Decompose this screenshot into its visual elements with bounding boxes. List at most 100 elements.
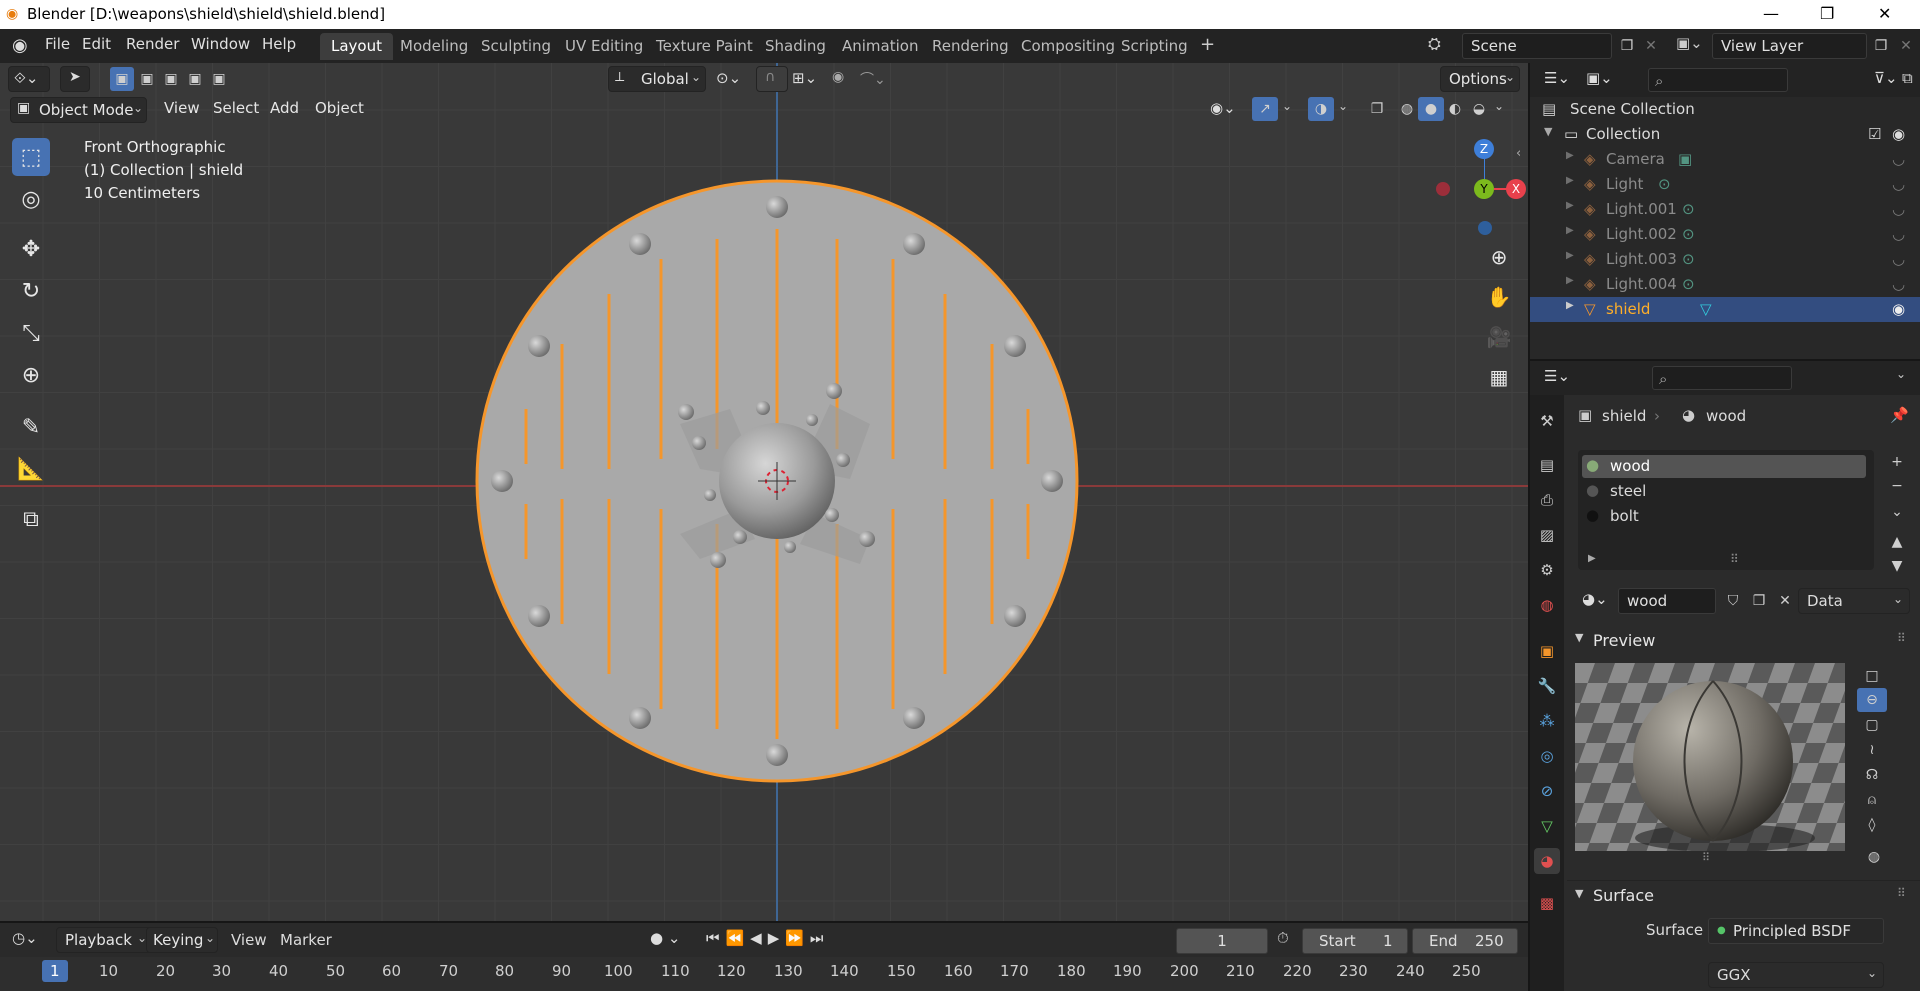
minimize-icon[interactable]: — bbox=[1763, 4, 1779, 23]
physics-tab-icon[interactable]: ◎ bbox=[1534, 743, 1560, 769]
drag-handle-icon[interactable]: ⠿ bbox=[1897, 631, 1906, 645]
delete-scene-icon[interactable]: ✕ bbox=[1638, 34, 1664, 58]
select-invert-icon[interactable]: ▣ bbox=[183, 67, 207, 91]
material-browse-icon[interactable]: ◕⌄ bbox=[1582, 590, 1608, 608]
view-layer-icon[interactable]: ▣⌄ bbox=[1676, 34, 1703, 52]
expand-arrow-icon[interactable]: ▶ bbox=[1566, 175, 1574, 186]
tab-texture-paint[interactable]: Texture Paint bbox=[645, 33, 764, 60]
outliner-row-collection[interactable]: ▼ ▭ Collection ☑ ◉ bbox=[1530, 122, 1920, 147]
move-slot-down-icon[interactable]: ▼ bbox=[1884, 554, 1910, 578]
chevron-down-icon[interactable]: ⌄ bbox=[1494, 99, 1504, 113]
outliner-row-light-002[interactable]: ▶ ◈ Light.002 ⊙ ◡ bbox=[1530, 222, 1920, 247]
menu-render[interactable]: Render bbox=[126, 35, 179, 53]
gizmo-neg-z-axis[interactable] bbox=[1478, 221, 1492, 235]
material-slot-steel[interactable]: ● steel bbox=[1582, 480, 1866, 503]
gizmo-z-axis[interactable]: Z bbox=[1474, 139, 1494, 159]
3d-viewport[interactable] bbox=[0, 63, 1528, 922]
add-slot-icon[interactable]: + bbox=[1884, 450, 1910, 474]
area-divider[interactable] bbox=[0, 921, 1528, 923]
preview-cube-icon[interactable]: ▢ bbox=[1857, 713, 1887, 737]
material-slot-bolt[interactable]: ● bolt bbox=[1582, 505, 1866, 528]
perspective-toggle-button[interactable]: ▦ bbox=[1482, 360, 1516, 394]
properties-editor-icon[interactable]: ☰⌄ bbox=[1544, 367, 1570, 385]
scale-tool[interactable]: ⤡ bbox=[12, 314, 50, 352]
delete-view-layer-icon[interactable]: ✕ bbox=[1893, 34, 1919, 58]
area-divider[interactable] bbox=[1528, 63, 1530, 991]
object-mode-dropdown[interactable]: ▣ Object Mode ⌄ bbox=[10, 97, 147, 123]
preview-fluid-icon[interactable]: ◊ bbox=[1857, 813, 1887, 837]
cursor-tool[interactable]: ◎ bbox=[12, 180, 50, 218]
expand-arrow-icon[interactable]: ▶ bbox=[1566, 225, 1574, 236]
pan-button[interactable]: ✋ bbox=[1482, 280, 1516, 314]
select-box-tool[interactable]: ⬚ bbox=[12, 138, 50, 176]
properties-search-input[interactable]: ⌕ bbox=[1652, 366, 1792, 390]
render-tab-icon[interactable]: ▤ bbox=[1534, 452, 1560, 478]
link-dropdown[interactable]: Data ⌄ bbox=[1798, 588, 1910, 614]
hidden-eye-icon[interactable]: ◡ bbox=[1892, 225, 1905, 243]
tab-animation[interactable]: Animation bbox=[831, 33, 929, 60]
wireframe-shading-icon[interactable]: ◍ bbox=[1394, 97, 1420, 121]
pivot-point-icon[interactable]: ⊙⌄ bbox=[716, 69, 741, 87]
outliner-search-input[interactable]: ⌕ bbox=[1648, 68, 1788, 92]
eye-icon[interactable]: ◉ bbox=[1892, 300, 1905, 318]
preview-monkey-icon[interactable]: ☊ bbox=[1857, 763, 1887, 787]
modifier-tab-icon[interactable]: 🔧 bbox=[1534, 673, 1560, 699]
particles-tab-icon[interactable]: ⁂ bbox=[1534, 708, 1560, 734]
start-frame-field[interactable]: Start 1 bbox=[1302, 928, 1408, 954]
expand-arrow-icon[interactable]: ▶ bbox=[1566, 300, 1574, 311]
viewport-menu-select[interactable]: Select bbox=[213, 99, 259, 117]
tab-modeling[interactable]: Modeling bbox=[389, 33, 479, 60]
transform-orientation-dropdown[interactable]: ⟂ Global ⌄ bbox=[608, 66, 706, 92]
chevron-down-icon[interactable]: ⌄ bbox=[1282, 99, 1292, 113]
proportional-edit-icon[interactable]: ◉ bbox=[832, 69, 844, 85]
menu-file[interactable]: File bbox=[45, 35, 70, 53]
output-tab-icon[interactable]: ⎙ bbox=[1534, 487, 1560, 513]
chevron-down-icon[interactable]: ⌄ bbox=[1338, 99, 1348, 113]
expand-arrow-icon[interactable]: ▶ bbox=[1566, 250, 1574, 261]
expand-arrow-icon[interactable]: ▼ bbox=[1544, 125, 1552, 138]
outliner-editor-icon[interactable]: ☰⌄ bbox=[1544, 69, 1570, 87]
camera-view-button[interactable]: 🎥 bbox=[1482, 320, 1516, 354]
playback-menu[interactable]: Playback ⌄ bbox=[56, 927, 151, 953]
overlay-toggle-icon[interactable]: ◑ bbox=[1308, 97, 1334, 121]
object-tab-icon[interactable]: ▣ bbox=[1534, 638, 1560, 664]
chevron-down-icon[interactable]: ⌄ bbox=[1896, 367, 1906, 381]
snap-toggle[interactable]: ∩ bbox=[756, 66, 788, 92]
resize-handle-icon[interactable]: ⠿ bbox=[1730, 552, 1739, 566]
tab-compositing[interactable]: Compositing bbox=[1010, 33, 1126, 60]
hidden-eye-icon[interactable]: ◡ bbox=[1892, 175, 1905, 193]
texture-tab-icon[interactable]: ▩ bbox=[1534, 890, 1560, 916]
tool-tab-icon[interactable]: ⚒ bbox=[1534, 408, 1560, 434]
outliner-row-light-001[interactable]: ▶ ◈ Light.001 ⊙ ◡ bbox=[1530, 197, 1920, 222]
distribution-dropdown[interactable]: GGX ⌄ bbox=[1708, 962, 1884, 988]
end-frame-field[interactable]: End 250 bbox=[1412, 928, 1518, 954]
current-frame-field[interactable]: 1 bbox=[1176, 928, 1268, 954]
display-mode-icon[interactable]: ▣⌄ bbox=[1586, 69, 1613, 87]
expand-arrow-icon[interactable]: ▶ bbox=[1588, 553, 1596, 564]
select-extend-icon[interactable]: ▣ bbox=[135, 67, 159, 91]
viewport-menu-view[interactable]: View bbox=[164, 99, 200, 117]
world-tab-icon[interactable]: ◍ bbox=[1534, 592, 1560, 618]
preview-hair-icon[interactable]: ≀ bbox=[1857, 738, 1887, 762]
maximize-icon[interactable]: ❐ bbox=[1820, 4, 1834, 23]
expand-arrow-icon[interactable]: ▶ bbox=[1566, 275, 1574, 286]
surface-panel-header[interactable]: ▼ Surface ⠿ bbox=[1567, 880, 1920, 911]
checkbox-icon[interactable]: ☑ bbox=[1868, 125, 1881, 143]
close-icon[interactable]: ✕ bbox=[1878, 4, 1891, 23]
view-layer-field[interactable]: View Layer bbox=[1712, 33, 1867, 59]
menu-help[interactable]: Help bbox=[262, 35, 296, 53]
hidden-eye-icon[interactable]: ◡ bbox=[1892, 200, 1905, 218]
preview-sphere-icon[interactable]: ⊖ bbox=[1857, 688, 1887, 712]
gizmo-y-axis[interactable]: Y bbox=[1474, 179, 1494, 199]
select-intersect-icon[interactable]: ▣ bbox=[207, 67, 231, 91]
resize-handle-icon[interactable]: ⠿ bbox=[1702, 851, 1710, 864]
gizmo-x-axis[interactable]: X bbox=[1506, 179, 1526, 199]
snap-target-icon[interactable]: ⊞⌄ bbox=[792, 69, 817, 87]
timeline-menu-view[interactable]: View bbox=[231, 931, 267, 949]
material-name-field[interactable]: wood bbox=[1618, 588, 1716, 614]
hidden-eye-icon[interactable]: ◡ bbox=[1892, 150, 1905, 168]
hidden-eye-icon[interactable]: ◡ bbox=[1892, 275, 1905, 293]
fake-user-icon[interactable]: ⛉ bbox=[1720, 589, 1746, 613]
timeline-menu-marker[interactable]: Marker bbox=[280, 931, 332, 949]
scene-tab-icon[interactable]: ⚙ bbox=[1534, 557, 1560, 583]
